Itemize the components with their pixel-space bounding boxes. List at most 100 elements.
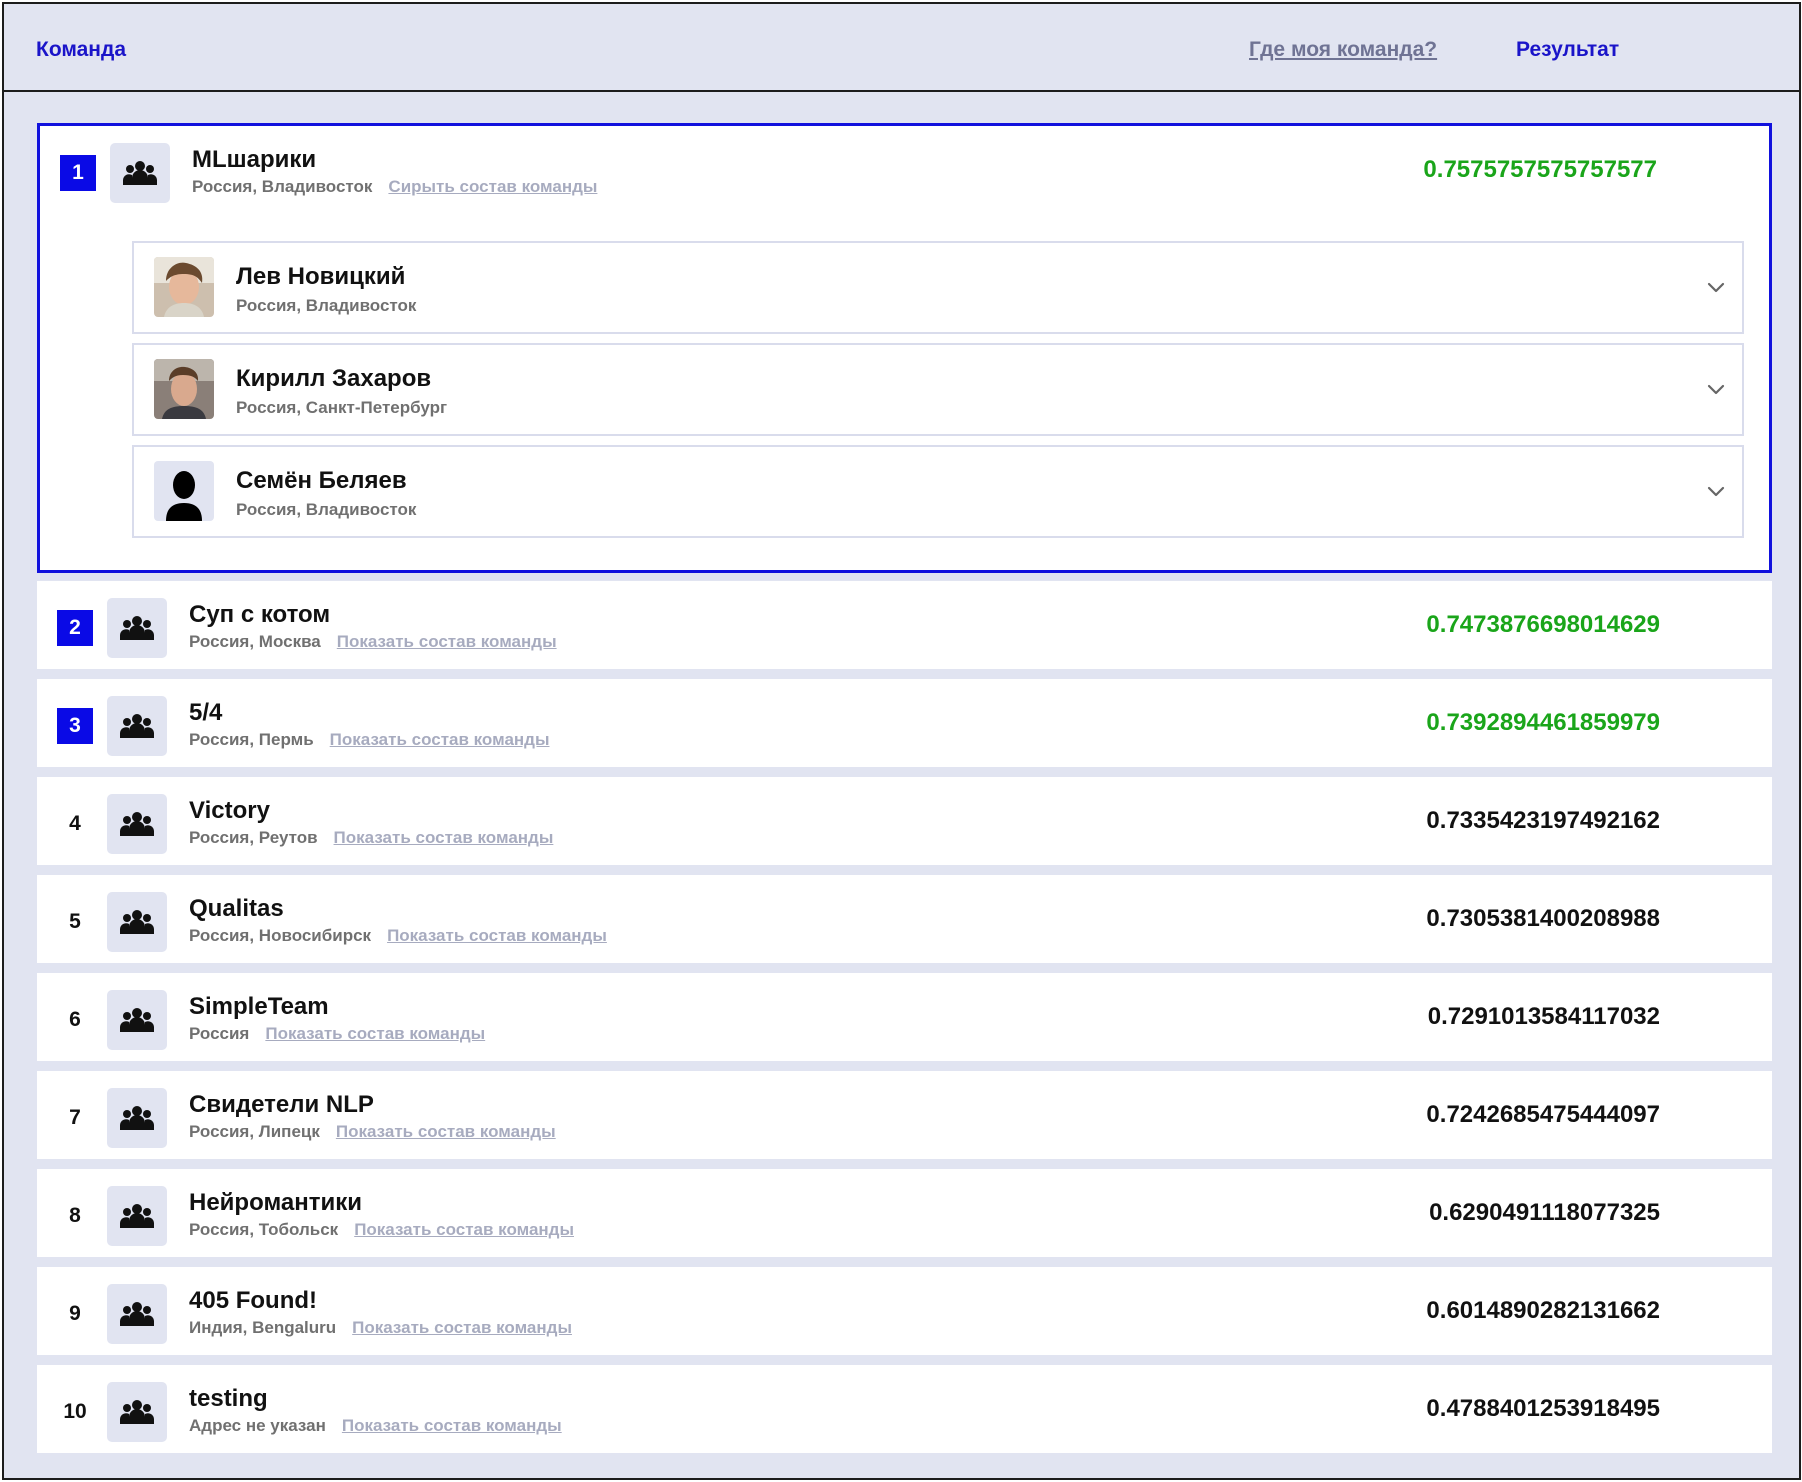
team-name: testing <box>189 1385 268 1412</box>
team-name: SimpleTeam <box>189 993 329 1020</box>
team-subline: Россия, Владивосток Сирыть состав команды <box>192 177 597 197</box>
chevron-down-icon[interactable] <box>1704 275 1728 299</box>
team-column-header[interactable]: Команда <box>36 38 126 62</box>
team-score: 0.7473876698014629 <box>1426 611 1660 638</box>
chevron-down-icon[interactable] <box>1704 377 1728 401</box>
team-row-10[interactable]: 10 testing Адрес не указан Показать соста… <box>37 1365 1772 1453</box>
rank-badge: 1 <box>60 155 96 191</box>
chevron-down-icon[interactable] <box>1704 479 1728 503</box>
toggle-members-link[interactable]: Показать состав команды <box>334 828 554 847</box>
avatar <box>154 257 214 317</box>
leaderboard-header: Команда Где моя команда? Результат <box>4 4 1799 92</box>
where-is-my-team-link[interactable]: Где моя команда? <box>1249 38 1437 62</box>
team-name: 5/4 <box>189 699 223 726</box>
team-name: MLшарики <box>192 146 317 173</box>
team-location: Россия, Липецк <box>189 1122 320 1141</box>
team-icon <box>107 1186 167 1246</box>
team-icon <box>107 1382 167 1442</box>
team-subline: Россия, Липецк Показать состав команды <box>189 1122 556 1142</box>
team-name: Суп с котом <box>189 601 331 628</box>
toggle-members-link[interactable]: Показать состав команды <box>265 1024 485 1043</box>
team-subline: Россия, Пермь Показать состав команды <box>189 730 549 750</box>
team-icon <box>107 696 167 756</box>
team-icon <box>107 990 167 1050</box>
team-row-1[interactable]: 1 MLшарики Россия, Владивосток Сирыть сос… <box>37 123 1772 573</box>
rank-badge: 2 <box>57 610 93 646</box>
team-row-2[interactable]: 2 Суп с котом Россия, Москва Показать сос… <box>37 581 1772 669</box>
team-score: 0.6014890282131662 <box>1426 1297 1660 1324</box>
result-column-header[interactable]: Результат <box>1516 38 1619 62</box>
team-icon <box>107 794 167 854</box>
toggle-members-link[interactable]: Показать состав команды <box>354 1220 574 1239</box>
team-row-4[interactable]: 4 Victory Россия, Реутов Показать состав … <box>37 777 1772 865</box>
team-score: 0.7305381400208988 <box>1426 905 1660 932</box>
rank-number: 6 <box>69 1008 81 1031</box>
avatar <box>154 359 214 419</box>
team-name: Нейромантики <box>189 1189 362 1216</box>
team-row-5[interactable]: 5 Qualitas Россия, Новосибирск Показать с… <box>37 875 1772 963</box>
member-list: Лев Новицкий Россия, Владивосток Кирилл … <box>132 241 1744 547</box>
member-card[interactable]: Семён Беляев Россия, Владивосток <box>132 445 1744 538</box>
team-row-3[interactable]: 3 5/4 Россия, Пермь Показать состав коман… <box>37 679 1772 767</box>
team-subline: Россия, Тобольск Показать состав команды <box>189 1220 574 1240</box>
member-location: Россия, Владивосток <box>236 296 417 315</box>
rank-number: 9 <box>69 1302 81 1325</box>
team-row-9[interactable]: 9 405 Found! Индия, Bengaluru Показать со… <box>37 1267 1772 1355</box>
member-name: Кирилл Захаров <box>236 365 432 392</box>
toggle-members-link[interactable]: Показать состав команды <box>352 1318 572 1337</box>
team-subline: Адрес не указан Показать состав команды <box>189 1416 562 1436</box>
team-location: Россия, Москва <box>189 632 321 651</box>
team-list: 1 MLшарики Россия, Владивосток Сирыть сос… <box>37 123 1772 1463</box>
rank-number: 8 <box>69 1204 81 1227</box>
rank-number: 4 <box>69 812 81 835</box>
team-row-7[interactable]: 7 Свидетели NLP Россия, Липецк Показать с… <box>37 1071 1772 1159</box>
avatar <box>154 461 214 521</box>
toggle-members-link[interactable]: Показать состав команды <box>330 730 550 749</box>
toggle-members-link[interactable]: Сирыть состав команды <box>388 177 597 196</box>
team-name: Qualitas <box>189 895 284 922</box>
member-card[interactable]: Кирилл Захаров Россия, Санкт-Петербург <box>132 343 1744 436</box>
team-name: 405 Found! <box>189 1287 318 1314</box>
team-score: 0.7335423197492162 <box>1426 807 1660 834</box>
team-row-8[interactable]: 8 Нейромантики Россия, Тобольск Показать … <box>37 1169 1772 1257</box>
team-subline: Россия Показать состав команды <box>189 1024 485 1044</box>
team-icon <box>107 1088 167 1148</box>
toggle-members-link[interactable]: Показать состав команды <box>336 1122 556 1141</box>
leaderboard-frame: Команда Где моя команда? Результат 1 MLш… <box>2 2 1801 1480</box>
team-score: 0.4788401253918495 <box>1426 1395 1660 1422</box>
team-subline: Индия, Bengaluru Показать состав команды <box>189 1318 572 1338</box>
team-location: Россия, Реутов <box>189 828 318 847</box>
team-icon <box>107 1284 167 1344</box>
team-row-6[interactable]: 6 SimpleTeam Россия Показать состав коман… <box>37 973 1772 1061</box>
toggle-members-link[interactable]: Показать состав команды <box>337 632 557 651</box>
team-icon <box>107 598 167 658</box>
team-name: Свидетели NLP <box>189 1091 374 1118</box>
team-score: 0.7575757575757577 <box>1423 156 1657 183</box>
rank-number: 10 <box>63 1400 87 1423</box>
team-name: Victory <box>189 797 270 824</box>
team-subline: Россия, Новосибирск Показать состав коман… <box>189 926 607 946</box>
team-subline: Россия, Москва Показать состав команды <box>189 632 557 652</box>
team-location: Россия, Владивосток <box>192 177 373 196</box>
rank-number: 7 <box>69 1106 81 1129</box>
toggle-members-link[interactable]: Показать состав команды <box>387 926 607 945</box>
team-location: Адрес не указан <box>189 1416 326 1435</box>
team-location: Россия, Тобольск <box>189 1220 339 1239</box>
member-card[interactable]: Лев Новицкий Россия, Владивосток <box>132 241 1744 334</box>
team-score: 0.7242685475444097 <box>1426 1101 1660 1128</box>
member-location: Россия, Владивосток <box>236 500 417 519</box>
rank-number: 5 <box>69 910 81 933</box>
team-location: Россия, Новосибирск <box>189 926 372 945</box>
team-subline: Россия, Реутов Показать состав команды <box>189 828 553 848</box>
team-location: Россия, Пермь <box>189 730 314 749</box>
member-name: Лев Новицкий <box>236 263 406 290</box>
team-icon <box>107 892 167 952</box>
rank-badge: 3 <box>57 708 93 744</box>
team-score: 0.7392894461859979 <box>1426 709 1660 736</box>
team-location: Россия <box>189 1024 250 1043</box>
team-score: 0.7291013584117032 <box>1427 1003 1660 1030</box>
toggle-members-link[interactable]: Показать состав команды <box>342 1416 562 1435</box>
member-name: Семён Беляев <box>236 467 407 494</box>
team-icon <box>110 143 170 203</box>
member-location: Россия, Санкт-Петербург <box>236 398 448 417</box>
